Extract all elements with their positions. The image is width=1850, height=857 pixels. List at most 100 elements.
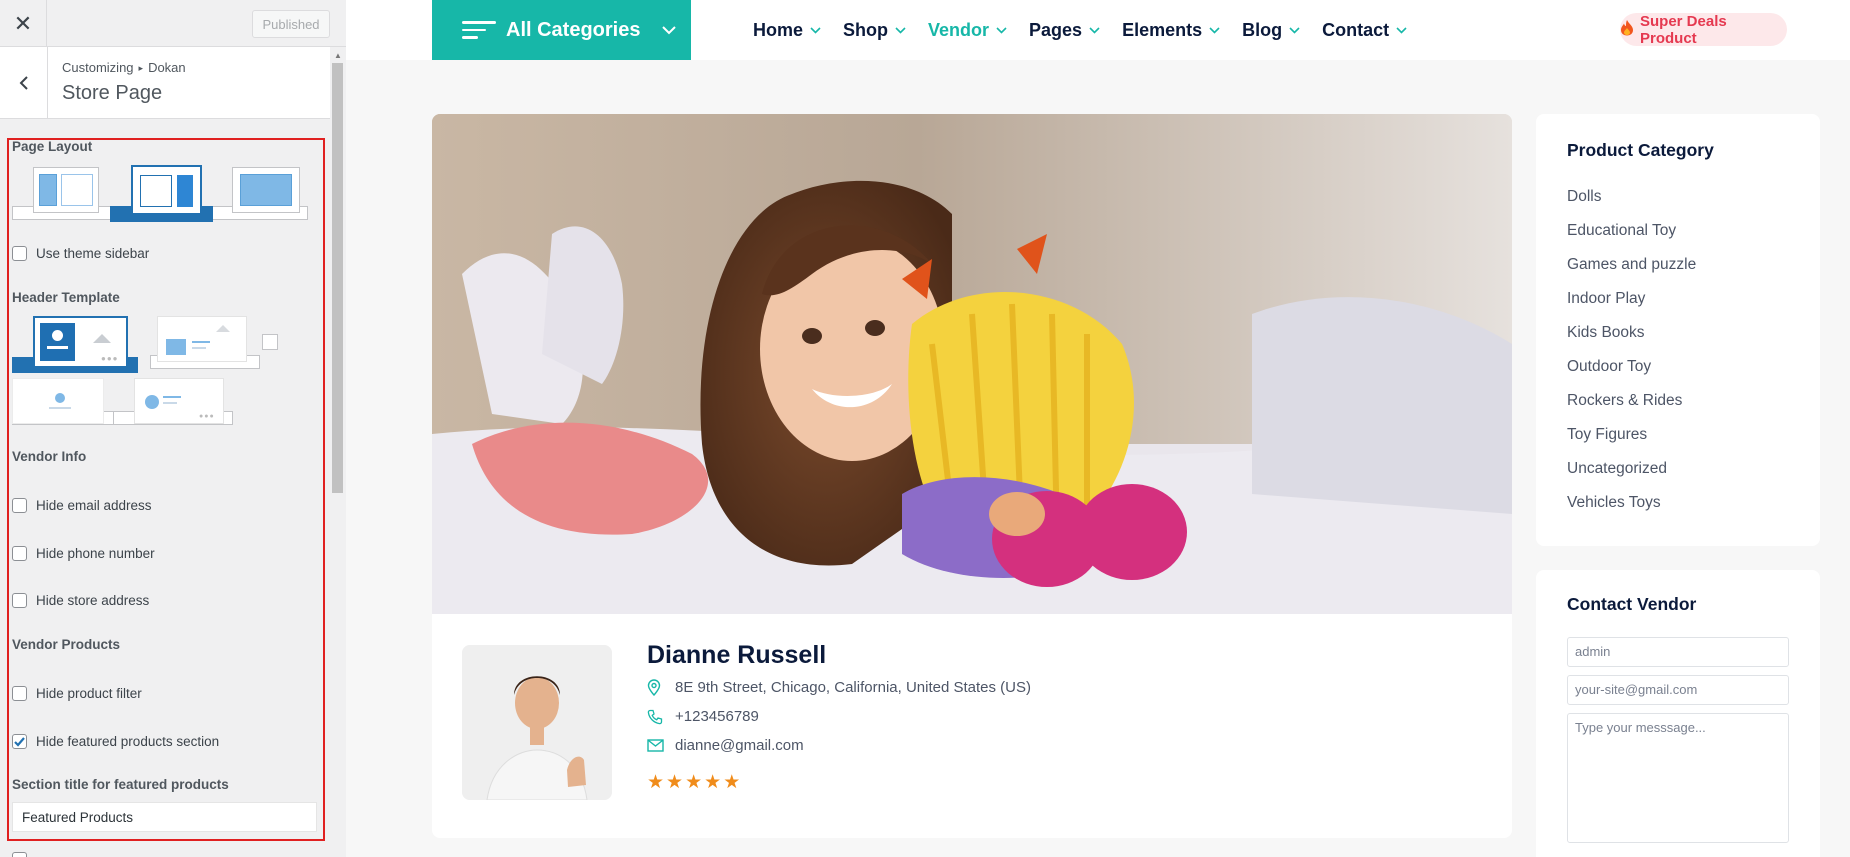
breadcrumb: Customizing ▸ Dokan — [62, 60, 186, 75]
chevron-down-icon — [1396, 26, 1407, 34]
layout-full-shape — [240, 174, 292, 206]
store-banner-photo — [432, 114, 1512, 614]
star-icon: ★ — [666, 772, 684, 793]
category-link[interactable]: Vehicles Toys — [1567, 494, 1661, 512]
hide-filter-label: Hide product filter — [36, 686, 142, 701]
contact-vendor-title: Contact Vendor — [1567, 594, 1697, 614]
vendor-avatar — [462, 645, 612, 800]
use-theme-sidebar-label: Use theme sidebar — [36, 246, 150, 261]
vendor-name: Dianne Russell — [647, 641, 827, 669]
layout-option-left-sidebar[interactable] — [33, 167, 99, 213]
nav-home[interactable]: Home — [753, 20, 821, 41]
hide-address-label: Hide store address — [36, 593, 150, 608]
next-checkbox-partial[interactable] — [12, 852, 27, 857]
hide-filter-option[interactable]: Hide product filter — [12, 686, 142, 701]
layout-option-right-sidebar[interactable] — [131, 165, 202, 215]
star-icon: ★ — [723, 772, 741, 793]
fire-icon — [1620, 19, 1634, 40]
contact-name-input[interactable]: admin — [1567, 637, 1789, 667]
hide-email-checkbox[interactable] — [12, 498, 27, 513]
close-icon[interactable]: ✕ — [0, 0, 47, 47]
all-categories-label: All Categories — [506, 18, 641, 41]
category-link[interactable]: Kids Books — [1567, 324, 1645, 342]
scrollbar[interactable]: ▲ — [330, 47, 346, 857]
hide-featured-checkbox[interactable] — [12, 734, 27, 749]
hide-address-checkbox[interactable] — [12, 593, 27, 608]
mountain-icon — [93, 334, 111, 343]
vendor-address-text: 8E 9th Street, Chicago, California, Unit… — [675, 679, 1032, 696]
site-preview: All Categories Home Shop Vendor Pages El… — [346, 0, 1850, 857]
use-theme-sidebar-option[interactable]: Use theme sidebar — [12, 246, 149, 261]
vendor-email: dianne@gmail.com — [647, 737, 804, 754]
mountain-icon — [216, 325, 230, 332]
hide-featured-label: Hide featured products section — [36, 734, 220, 749]
header-template-default[interactable]: ●●● — [33, 316, 128, 368]
nav-shop[interactable]: Shop — [843, 20, 906, 41]
category-link[interactable]: Dolls — [1567, 188, 1601, 206]
category-link[interactable]: Indoor Play — [1567, 290, 1645, 308]
scrollbar-thumb[interactable] — [332, 63, 343, 493]
use-theme-sidebar-checkbox[interactable] — [12, 246, 27, 261]
category-link[interactable]: Rockers & Rides — [1567, 392, 1682, 410]
hide-featured-option[interactable]: Hide featured products section — [12, 734, 219, 749]
nav-blog[interactable]: Blog — [1242, 20, 1300, 41]
vendor-products-label: Vendor Products — [12, 637, 121, 652]
scroll-up-icon[interactable]: ▲ — [334, 51, 342, 60]
header-template-avatar-shape — [40, 323, 75, 361]
category-link[interactable]: Uncategorized — [1567, 460, 1667, 478]
hide-filter-checkbox[interactable] — [12, 686, 27, 701]
nav-elements[interactable]: Elements — [1122, 20, 1220, 41]
back-icon[interactable] — [0, 47, 48, 119]
chevron-down-icon — [662, 25, 677, 34]
product-category-widget: Product Category Dolls Educational Toy G… — [1536, 114, 1820, 546]
vendor-address: 8E 9th Street, Chicago, California, Unit… — [647, 679, 1031, 696]
customizer-sidebar: ✕ Published Customizing ▸ Dokan Store Page… — [0, 0, 346, 857]
star-icon: ★ — [647, 772, 665, 793]
vendor-info-label: Vendor Info — [12, 449, 87, 464]
hide-phone-option[interactable]: Hide phone number — [12, 546, 155, 561]
nav-vendor[interactable]: Vendor — [928, 20, 1007, 41]
category-link[interactable]: Games and puzzle — [1567, 256, 1696, 274]
layout-sidebar-shape — [177, 175, 193, 207]
header-template-layout3[interactable] — [12, 378, 104, 424]
layout-content-shape — [140, 175, 172, 207]
site-header: All Categories Home Shop Vendor Pages El… — [346, 0, 1850, 60]
featured-title-input[interactable] — [12, 802, 317, 832]
phone-icon — [647, 709, 665, 725]
chevron-down-icon — [1289, 26, 1300, 34]
hide-address-option[interactable]: Hide store address — [12, 593, 149, 608]
vendor-rating-stars: ★ ★ ★ ★ ★ — [647, 771, 740, 794]
location-pin-icon — [647, 679, 665, 696]
header-template-more[interactable] — [262, 334, 278, 350]
category-link[interactable]: Educational Toy — [1567, 222, 1676, 240]
header-template-layout2[interactable] — [157, 316, 247, 362]
product-category-title: Product Category — [1567, 140, 1714, 160]
checkmark-icon — [14, 737, 25, 747]
chevron-down-icon — [1209, 26, 1220, 34]
section-header: Customizing ▸ Dokan Store Page — [0, 47, 330, 119]
category-link[interactable]: Toy Figures — [1567, 426, 1647, 444]
super-deals-button[interactable]: Super Deals Product — [1620, 13, 1787, 47]
all-categories-button[interactable]: All Categories — [432, 0, 691, 60]
nav-pages[interactable]: Pages — [1029, 20, 1100, 41]
category-link[interactable]: Outdoor Toy — [1567, 358, 1651, 376]
chevron-down-icon — [895, 26, 906, 34]
publish-button[interactable]: Published — [252, 10, 330, 38]
breadcrumb-separator: ▸ — [138, 63, 144, 73]
header-template-layout4[interactable]: ●●● — [134, 378, 224, 424]
contact-message-textarea[interactable]: Type your messsage... — [1567, 713, 1789, 843]
contact-vendor-widget: Contact Vendor admin your-site@gmail.com… — [1536, 570, 1820, 857]
nav-contact[interactable]: Contact — [1322, 20, 1407, 41]
contact-email-input[interactable]: your-site@gmail.com — [1567, 675, 1789, 705]
section-title: Store Page — [62, 82, 163, 104]
store-card: Dianne Russell 8E 9th Street, Chicago, C… — [432, 114, 1512, 838]
hide-email-option[interactable]: Hide email address — [12, 498, 152, 513]
hide-phone-checkbox[interactable] — [12, 546, 27, 561]
breadcrumb-item: Customizing — [62, 60, 134, 75]
page-layout-label: Page Layout — [12, 139, 93, 154]
vendor-avatar-photo — [462, 645, 612, 800]
layout-option-full-width[interactable] — [232, 167, 300, 213]
vendor-email-text: dianne@gmail.com — [675, 737, 804, 754]
main-nav: Home Shop Vendor Pages Elements Blog Con… — [753, 0, 1429, 60]
chevron-down-icon — [1089, 26, 1100, 34]
